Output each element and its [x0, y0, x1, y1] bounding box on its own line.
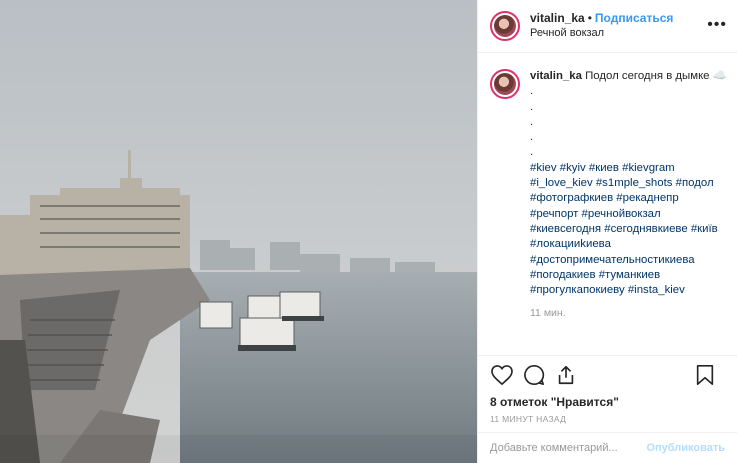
hashtag-line[interactable]: #прогулкапокиеву #insta_kiev	[530, 283, 720, 298]
caption-avatar[interactable]	[490, 69, 520, 99]
hashtag-line[interactable]: #погодакиев #туманкиев	[530, 268, 720, 283]
comment-input[interactable]	[490, 442, 647, 454]
caption-username[interactable]: vitalin_ka	[530, 70, 582, 82]
comment-box: Опубликовать	[478, 432, 737, 463]
comments-area: vitalin_ka Подол сегодня в дымке ☁️ . . …	[478, 53, 737, 355]
likes-count[interactable]: 8 отметок "Нравится"	[478, 394, 737, 410]
separator-dot: •	[587, 11, 592, 25]
hashtag-line[interactable]: #kiev #kyiv #киев #kievgram	[530, 161, 720, 176]
caption-time[interactable]: 11 мин.	[530, 306, 720, 321]
river-port-photo	[0, 0, 477, 463]
hashtag-line[interactable]: #фотографкиев #рекаднепр	[530, 191, 720, 206]
caption-dot: .	[530, 85, 534, 98]
action-bar	[478, 355, 737, 394]
hashtag-line[interactable]: #локацииkиева	[530, 237, 720, 252]
avatar[interactable]	[490, 11, 520, 41]
post-photo[interactable]	[0, 0, 477, 463]
hashtag-line[interactable]: #речпорт #речнойвокзал	[530, 207, 720, 222]
heart-icon[interactable]	[490, 363, 514, 387]
location-link[interactable]: Речной вокзал	[530, 26, 673, 41]
caption-dot: .	[530, 115, 534, 128]
hashtag-line[interactable]: #киевсегодня #сегоднявкиеве #київ	[530, 222, 720, 237]
instagram-post: vitalin_ka • Подписаться Речной вокзал •••…	[0, 0, 737, 463]
username-link[interactable]: vitalin_ka	[530, 11, 585, 25]
post-timestamp: 11 МИНУТ НАЗАД	[490, 414, 567, 424]
caption-text: Подол сегодня в дымке ☁️	[585, 70, 727, 82]
caption-dot: .	[530, 131, 534, 144]
post-sidebar: vitalin_ka • Подписаться Речной вокзал •••…	[477, 0, 737, 463]
hashtag-line[interactable]: #достопримечательностикиева	[530, 253, 720, 268]
post-header: vitalin_ka • Подписаться Речной вокзал •••	[478, 0, 737, 53]
follow-button[interactable]: Подписаться	[595, 11, 673, 25]
hashtag-line[interactable]: #i_love_kiev #s1mple_shots #подол	[530, 176, 720, 191]
caption: vitalin_ka Подол сегодня в дымке ☁️ . . …	[490, 69, 727, 322]
comment-icon[interactable]	[522, 363, 546, 387]
bookmark-icon[interactable]	[693, 363, 717, 387]
caption-dot: .	[530, 100, 534, 113]
more-icon[interactable]: •••	[707, 16, 727, 34]
share-icon[interactable]	[554, 363, 578, 387]
publish-button[interactable]: Опубликовать	[646, 442, 725, 454]
caption-dot: .	[530, 146, 534, 159]
